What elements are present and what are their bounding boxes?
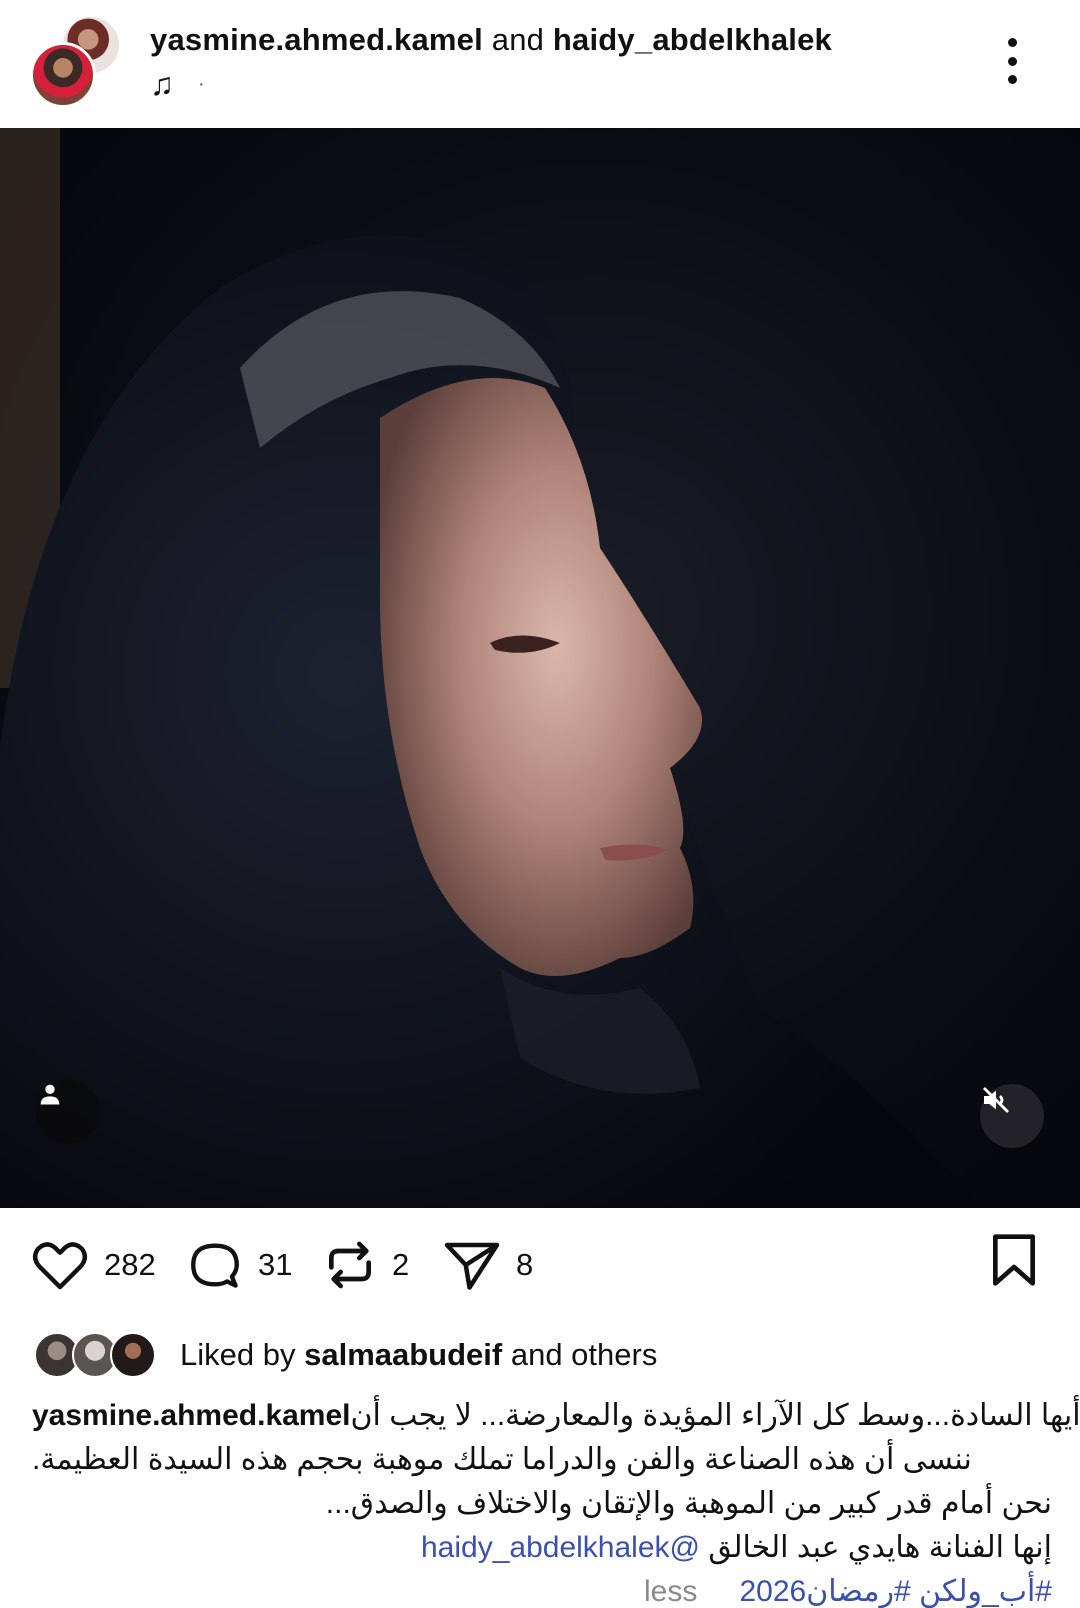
caption-text-2: .ننسى أن هذه الصناعة والفن والدراما تملك…: [32, 1443, 972, 1476]
caption-text-1: أيها السادة...وسط كل الآراء المؤيدة والم…: [350, 1399, 1080, 1432]
post-actions: 282 31 2 8: [0, 1230, 1080, 1300]
liked-by-avatars: [34, 1330, 160, 1380]
post-header: yasmine.ahmed.kamel and haidy_abdelkhale…: [0, 0, 1080, 128]
liked-by-user[interactable]: salmaabudeif: [304, 1337, 502, 1372]
more-dot-icon: [1007, 38, 1017, 47]
heart-icon: [32, 1242, 88, 1290]
tag-people-button[interactable]: [36, 1080, 100, 1144]
person-tag-icon: [40, 1084, 60, 1105]
more-options-button[interactable]: [1000, 38, 1024, 84]
names-connector: and: [491, 22, 545, 57]
video-frame-image: [0, 128, 980, 1208]
liked-by-prefix: Liked by: [180, 1337, 296, 1372]
less-link[interactable]: less: [644, 1570, 697, 1608]
more-dot-icon: [1007, 56, 1017, 66]
comment-count: 31: [258, 1247, 293, 1282]
caption-mention[interactable]: haidy_abdelkhalek: [421, 1531, 670, 1564]
post-video[interactable]: [0, 128, 1080, 1208]
caption-username[interactable]: yasmine.ahmed.kamel: [32, 1394, 351, 1438]
share-button[interactable]: 8: [442, 1230, 533, 1300]
liked-by-suffix: and others: [510, 1337, 658, 1372]
share-count: 8: [516, 1247, 534, 1282]
more-dot-icon: [1007, 75, 1017, 84]
repost-count: 2: [392, 1247, 410, 1282]
caption-line-4: haidy_abdelkhalek@ إنها الفنانة هايدي عب…: [32, 1526, 1052, 1570]
collab-names: yasmine.ahmed.kamel and haidy_abdelkhale…: [150, 22, 832, 58]
avatar: [110, 1332, 156, 1378]
caption-text-4: إنها الفنانة هايدي عبد الخالق: [708, 1531, 1052, 1564]
like-button[interactable]: 282: [30, 1230, 156, 1300]
threads-at-icon: @: [669, 1531, 700, 1564]
music-note-icon: ♫: [150, 66, 174, 102]
caption-line-2: .ننسى أن هذه الصناعة والفن والدراما تملك…: [32, 1438, 1052, 1482]
bookmark-icon: [992, 1234, 1035, 1286]
music-row[interactable]: ♫ ·: [150, 66, 205, 102]
mute-toggle-button[interactable]: [980, 1084, 1044, 1148]
comment-button[interactable]: 31: [186, 1230, 292, 1300]
liked-by-text: Liked by salmaabudeif and others: [180, 1337, 657, 1373]
music-separator: ·: [198, 72, 205, 95]
username-haidy[interactable]: haidy_abdelkhalek: [553, 22, 832, 57]
avatar-yasmine[interactable]: [30, 42, 96, 108]
caption-text-3: نحن أمام قدر كبير من الموهبة والإتقان وا…: [325, 1487, 1052, 1520]
caption-hashtags[interactable]: #أب_ولكن #رمضان2026: [740, 1570, 1053, 1608]
comment-icon: [191, 1243, 239, 1288]
repost-icon: [329, 1241, 371, 1289]
send-icon: [444, 1242, 500, 1290]
caption-line-5: less #أب_ولكن #رمضان2026: [32, 1570, 1052, 1608]
like-count: 282: [104, 1247, 156, 1282]
save-button[interactable]: [990, 1232, 1038, 1293]
liked-by-row[interactable]: Liked by salmaabudeif and others: [34, 1330, 657, 1380]
caption-line-3: نحن أمام قدر كبير من الموهبة والإتقان وا…: [32, 1482, 1052, 1526]
collab-avatars[interactable]: [30, 14, 130, 110]
repost-button[interactable]: 2: [322, 1230, 409, 1300]
username-yasmine[interactable]: yasmine.ahmed.kamel: [150, 22, 483, 57]
caption-line-1: yasmine.ahmed.kamel أيها السادة...وسط كل…: [32, 1394, 1080, 1438]
muted-speaker-icon: [982, 1086, 1010, 1114]
